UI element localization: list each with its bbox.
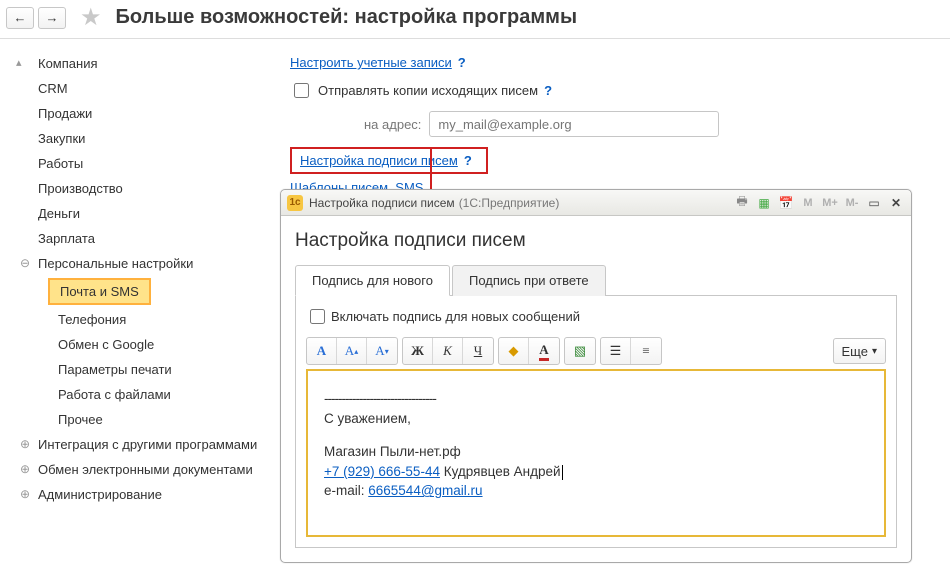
bullet-list-button[interactable]: ☰ — [601, 338, 631, 364]
calendar-icon[interactable]: 📅 — [777, 195, 795, 211]
sidebar-item-files[interactable]: Работа с файлами — [14, 382, 270, 407]
highlight-color-button[interactable]: ◆ — [499, 338, 529, 364]
sidebar-item-works[interactable]: Работы — [14, 151, 270, 176]
sidebar-item-crm[interactable]: CRM — [14, 76, 270, 101]
signature-editor[interactable]: -------------------------------- С уваже… — [306, 369, 886, 537]
expand-icon[interactable] — [18, 256, 32, 270]
greeting-text: С уважением, — [324, 409, 868, 429]
sidebar-item-mail-sms[interactable]: Почта и SMS — [48, 278, 151, 305]
dialog-title: Настройка подписи писем — [309, 196, 455, 210]
more-button[interactable]: Еще ▾ — [833, 338, 886, 364]
sidebar-item-purchases[interactable]: Закупки — [14, 126, 270, 151]
nav-forward-button[interactable]: → — [38, 7, 66, 29]
copy-outgoing-label: Отправлять копии исходящих писем — [318, 83, 538, 98]
print-icon[interactable]: 🖶 — [733, 195, 751, 211]
shop-name-text: Магазин Пыли-нет.рф — [324, 442, 868, 462]
author-name: Кудрявцев Андрей — [444, 464, 561, 479]
nav-back-button[interactable]: ← — [6, 7, 34, 29]
font-color-button[interactable]: A — [307, 338, 337, 364]
include-signature-checkbox[interactable] — [310, 309, 325, 324]
sidebar-item-edoc[interactable]: Обмен электронными документами — [14, 457, 270, 482]
insert-image-button[interactable]: ▧ — [565, 338, 595, 364]
dialog-subtitle: (1С:Предприятие) — [459, 196, 733, 210]
sidebar-item-sales[interactable]: Продажи — [14, 101, 270, 126]
page-title: Больше возможностей: настройка программы — [116, 6, 578, 29]
dialog-titlebar[interactable]: 1c Настройка подписи писем (1С:Предприят… — [281, 190, 911, 216]
separator-line: -------------------------------- — [324, 389, 868, 409]
sidebar-item-telephony[interactable]: Телефония — [14, 307, 270, 332]
signature-settings-link[interactable]: Настройка подписи писем — [300, 153, 458, 168]
underline-button[interactable]: Ч — [463, 338, 493, 364]
contact-line: +7 (929) 666-55-44 Кудрявцев Андрей — [324, 462, 868, 482]
email-line: e-mail: 6665544@gmail.ru — [324, 481, 868, 501]
font-smaller-button[interactable]: A▾ — [367, 338, 397, 364]
sidebar-item-other[interactable]: Прочее — [14, 407, 270, 432]
m-minus-icon[interactable]: M- — [843, 195, 861, 211]
copy-outgoing-checkbox[interactable] — [294, 83, 309, 98]
main-panel: Настроить учетные записи ? Отправлять ко… — [280, 39, 950, 568]
chevron-down-icon: ▾ — [872, 346, 877, 357]
collapse-icon: ▴ — [16, 56, 22, 69]
star-icon[interactable]: ★ — [80, 3, 102, 32]
number-list-button[interactable]: ≡ — [631, 338, 661, 364]
expand-icon[interactable] — [18, 487, 32, 501]
close-icon[interactable]: ✕ — [887, 195, 905, 211]
sidebar-item-personal[interactable]: Персональные настройки — [14, 251, 270, 276]
m-icon[interactable]: M — [799, 195, 817, 211]
address-input[interactable] — [429, 111, 719, 137]
sidebar-item-integration[interactable]: Интеграция с другими программами — [14, 432, 270, 457]
include-signature-label: Включать подпись для новых сообщений — [331, 309, 580, 324]
signature-link-highlight: Настройка подписи писем ? — [290, 147, 488, 174]
text-color-button[interactable]: А — [529, 338, 559, 364]
help-icon[interactable]: ? — [544, 83, 552, 98]
address-label: на адрес: — [364, 117, 421, 132]
sidebar-item-production[interactable]: Производство — [14, 176, 270, 201]
tab-new-signature[interactable]: Подпись для нового — [295, 265, 450, 296]
help-icon[interactable]: ? — [464, 153, 472, 168]
sidebar-item-admin[interactable]: Администрирование — [14, 482, 270, 507]
bold-button[interactable]: Ж — [403, 338, 433, 364]
sidebar-item-money[interactable]: Деньги — [14, 201, 270, 226]
phone-link[interactable]: +7 (929) 666-55-44 — [324, 464, 440, 479]
accounts-link[interactable]: Настроить учетные записи — [290, 55, 452, 70]
grid-icon[interactable]: ▦ — [755, 195, 773, 211]
sidebar-item-company[interactable]: ▴ Компания — [14, 51, 270, 76]
email-link[interactable]: 6665544@gmail.ru — [368, 483, 482, 498]
sidebar-item-google[interactable]: Обмен с Google — [14, 332, 270, 357]
signature-dialog: 1c Настройка подписи писем (1С:Предприят… — [280, 189, 912, 563]
sidebar-item-salary[interactable]: Зарплата — [14, 226, 270, 251]
dialog-heading: Настройка подписи писем — [295, 230, 897, 252]
font-larger-button[interactable]: A▴ — [337, 338, 367, 364]
sidebar-item-print[interactable]: Параметры печати — [14, 357, 270, 382]
window-restore-icon[interactable]: ▭ — [865, 195, 883, 211]
italic-button[interactable]: К — [433, 338, 463, 364]
sidebar: ▴ Компания CRM Продажи Закупки Работы Пр… — [0, 39, 280, 568]
editor-toolbar: A A▴ A▾ Ж К Ч ◆ А — [306, 337, 886, 365]
tabs: Подпись для нового Подпись при ответе — [295, 264, 897, 296]
app-1c-icon: 1c — [287, 195, 303, 211]
tab-reply-signature[interactable]: Подпись при ответе — [452, 265, 606, 296]
expand-icon[interactable] — [18, 462, 32, 476]
expand-icon[interactable] — [18, 437, 32, 451]
help-icon[interactable]: ? — [458, 55, 466, 70]
m-plus-icon[interactable]: M+ — [821, 195, 839, 211]
